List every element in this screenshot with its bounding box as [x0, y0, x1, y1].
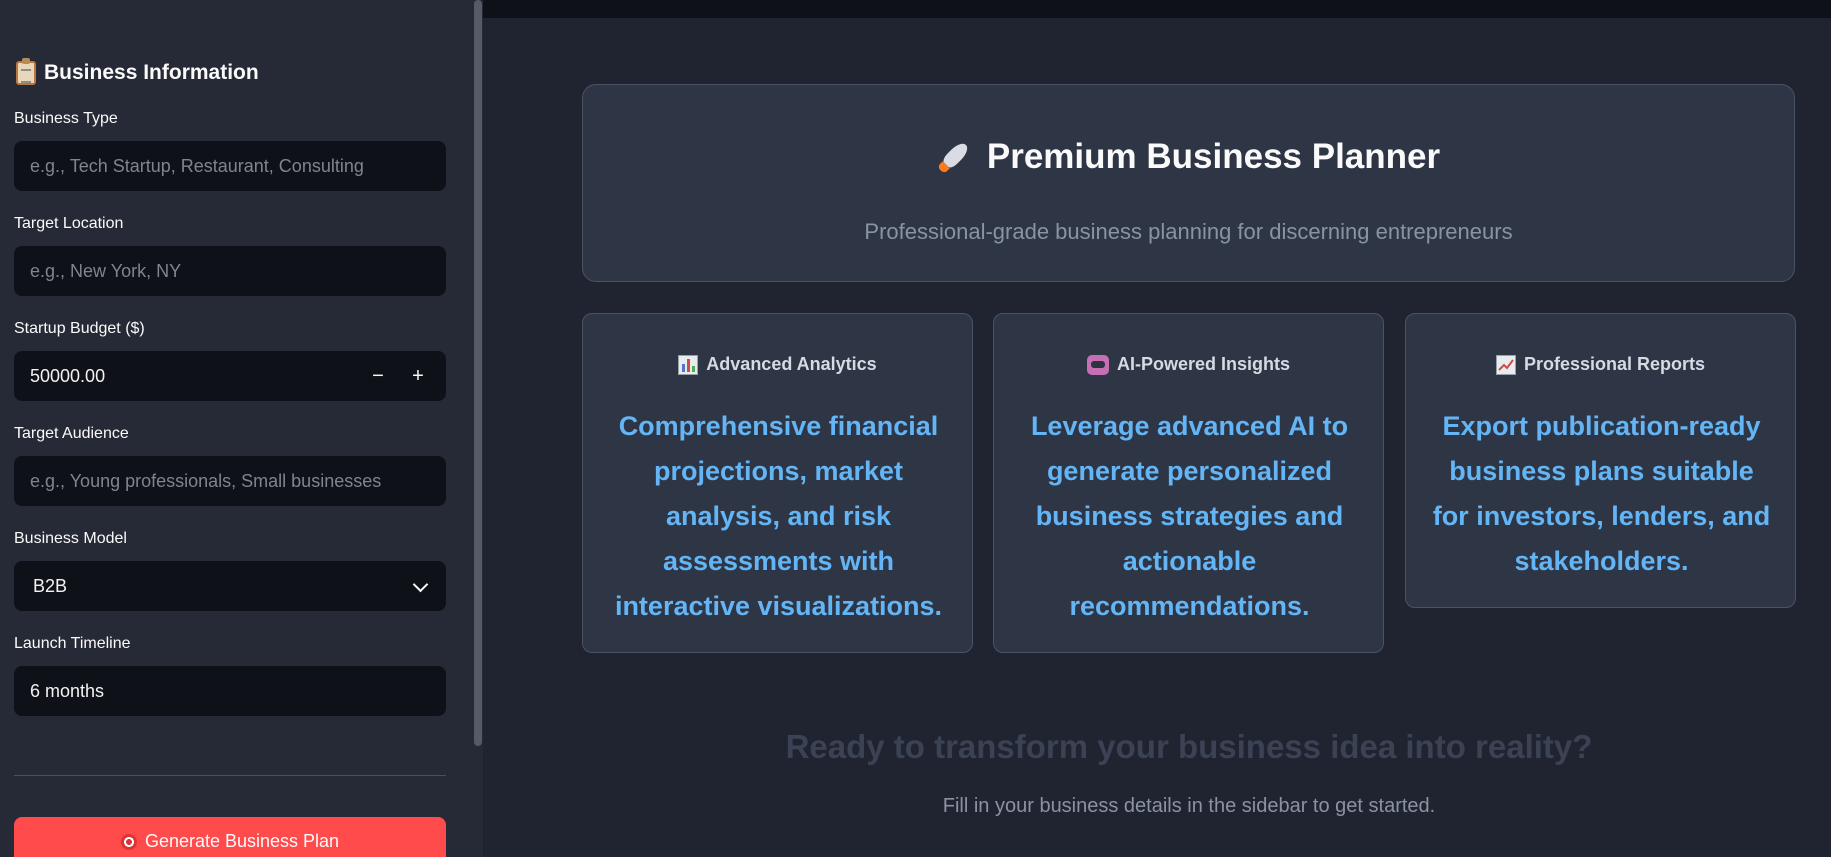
target-audience-label: Target Audience	[14, 425, 129, 442]
business-model-selected: B2B	[33, 575, 68, 596]
clipboard-icon	[16, 58, 36, 85]
target-location-label: Target Location	[14, 215, 124, 232]
business-type-input[interactable]	[30, 141, 446, 191]
feature-description: Comprehensive financial projections, mar…	[614, 411, 943, 621]
business-type-label: Business Type	[14, 110, 118, 127]
launch-timeline-value[interactable]: 6 months	[30, 681, 104, 702]
sidebar: Business Information Business Type Targe…	[0, 0, 483, 857]
hero-title: Premium Business Planner	[583, 137, 1794, 177]
top-bar	[483, 0, 1831, 18]
rocket-icon	[930, 133, 978, 181]
increment-button[interactable]: +	[398, 351, 438, 401]
feature-title-text: Advanced Analytics	[706, 354, 877, 374]
feature-title-text: AI-Powered Insights	[1116, 354, 1291, 374]
chevron-down-icon[interactable]	[412, 576, 429, 593]
hero-title-text: Premium Business Planner	[986, 137, 1441, 176]
target-icon	[120, 834, 137, 850]
hero-card: Premium Business Planner Professional-gr…	[582, 84, 1795, 282]
startup-budget-label: Startup Budget ($)	[14, 320, 145, 337]
generate-button-label: Generate Business Plan	[144, 831, 340, 851]
decrement-button[interactable]: −	[358, 351, 398, 401]
target-location-input[interactable]	[30, 246, 446, 296]
robot-icon	[1086, 354, 1109, 375]
cta-title: Ready to transform your business idea in…	[785, 728, 1593, 765]
feature-card-ai-insights: AI-Powered Insights Leverage advanced AI…	[993, 313, 1384, 653]
target-audience-field[interactable]	[14, 456, 446, 506]
feature-title: Professional Reports	[1406, 354, 1795, 375]
app: Business Information Business Type Targe…	[0, 0, 1831, 857]
hero-subtitle: Professional-grade business planning for…	[864, 219, 1513, 244]
feature-card-reports: Professional Reports Export publication-…	[1405, 313, 1796, 608]
feature-card-analytics: Advanced Analytics Comprehensive financi…	[582, 313, 973, 653]
feature-title-text: Professional Reports	[1523, 354, 1706, 374]
business-type-field[interactable]	[14, 141, 446, 191]
startup-budget-value[interactable]: 50000.00	[30, 366, 105, 387]
trending-up-icon	[1495, 354, 1516, 375]
cta-subtitle: Fill in your business details in the sid…	[942, 795, 1436, 817]
target-location-field[interactable]	[14, 246, 446, 296]
feature-description: Leverage advanced AI to generate persona…	[1030, 411, 1349, 621]
sidebar-section-title: Business Information	[16, 57, 259, 89]
sidebar-scrollbar[interactable]	[474, 0, 482, 746]
feature-title: AI-Powered Insights	[994, 354, 1383, 375]
feature-title: Advanced Analytics	[583, 354, 972, 375]
target-audience-input[interactable]	[30, 456, 446, 506]
sidebar-divider	[14, 775, 446, 776]
startup-budget-field[interactable]: 50000.00 − +	[14, 351, 446, 401]
launch-timeline-label: Launch Timeline	[14, 635, 131, 652]
business-model-select[interactable]: B2B	[14, 561, 446, 611]
section-title-text: Business Information	[44, 61, 259, 84]
bar-chart-icon	[678, 354, 699, 375]
generate-business-plan-button[interactable]: Generate Business Plan	[14, 817, 446, 857]
launch-timeline-field[interactable]: 6 months	[14, 666, 446, 716]
feature-description: Export publication-ready business plans …	[1432, 411, 1771, 576]
business-model-label: Business Model	[14, 530, 127, 547]
